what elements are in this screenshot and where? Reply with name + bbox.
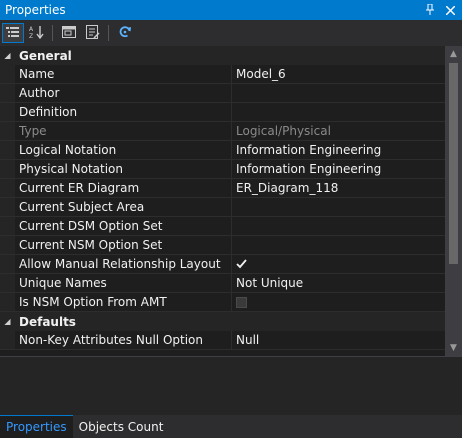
row-gutter	[0, 274, 15, 292]
allow-manual-relationship-layout-checkbox[interactable]	[236, 259, 247, 270]
property-label: Name	[15, 65, 232, 83]
category-label: General	[19, 48, 72, 63]
property-label: Current ER Diagram	[15, 179, 232, 197]
row-gutter	[0, 293, 15, 311]
tab-strip: Properties Objects Count	[0, 415, 462, 438]
checkmark-icon	[236, 259, 247, 269]
alphabetical-icon: AZ	[29, 25, 45, 42]
category-general[interactable]: ◢ General	[0, 46, 445, 65]
scroll-up-icon[interactable]: ▲	[445, 46, 462, 62]
property-row-current-er-diagram[interactable]: Current ER Diagram ER_Diagram_118	[0, 179, 445, 198]
property-value[interactable]: Not Unique	[232, 274, 445, 292]
vertical-scrollbar[interactable]: ▲ ▼	[445, 46, 462, 356]
property-value[interactable]	[232, 198, 445, 216]
property-label: Current NSM Option Set	[15, 236, 232, 254]
property-value[interactable]	[232, 217, 445, 235]
title-bar: Properties	[0, 0, 462, 20]
property-row-non-key-attributes-null-option[interactable]: Non-Key Attributes Null Option Null	[0, 331, 445, 350]
categorized-icon	[6, 26, 20, 41]
property-row-type: Type Logical/Physical	[0, 122, 445, 141]
property-row-unique-names[interactable]: Unique Names Not Unique	[0, 274, 445, 293]
row-gutter	[0, 65, 15, 83]
property-label: Definition	[15, 103, 232, 121]
property-value[interactable]: ER_Diagram_118	[232, 179, 445, 197]
category-defaults[interactable]: ◢ Defaults	[0, 312, 445, 331]
property-value[interactable]	[232, 103, 445, 121]
row-gutter	[0, 122, 15, 140]
collapse-arrow-icon[interactable]: ◢	[0, 51, 15, 60]
property-label: Is NSM Option From AMT	[15, 293, 232, 311]
close-icon[interactable]	[442, 2, 458, 18]
property-label: Logical Notation	[15, 141, 232, 159]
row-gutter	[0, 141, 15, 159]
pin-icon[interactable]	[422, 2, 438, 18]
property-row-allow-manual-relationship-layout[interactable]: Allow Manual Relationship Layout	[0, 255, 445, 274]
property-label: Physical Notation	[15, 160, 232, 178]
toolbar: AZ	[0, 20, 462, 46]
property-row-physical-notation[interactable]: Physical Notation Information Engineerin…	[0, 160, 445, 179]
property-value[interactable]: Null	[232, 331, 445, 349]
toolbar-separator	[52, 25, 53, 41]
scrollbar-thumb[interactable]	[449, 63, 458, 264]
property-grid: ◢ General Name Model_6 Author Definition…	[0, 46, 445, 356]
property-label: Current Subject Area	[15, 198, 232, 216]
categorized-button[interactable]	[2, 23, 24, 43]
property-row-logical-notation[interactable]: Logical Notation Information Engineering	[0, 141, 445, 160]
property-row-name[interactable]: Name Model_6	[0, 65, 445, 84]
row-gutter	[0, 198, 15, 216]
row-gutter	[0, 331, 15, 349]
tab-objects-count[interactable]: Objects Count	[73, 415, 170, 438]
toolbar-separator	[108, 25, 109, 41]
property-value[interactable]	[232, 84, 445, 102]
property-row-is-nsm-option-from-amt[interactable]: Is NSM Option From AMT	[0, 293, 445, 312]
description-panel	[0, 356, 462, 416]
row-gutter	[0, 236, 15, 254]
property-pages-button[interactable]	[58, 23, 80, 43]
scroll-down-icon[interactable]: ▼	[445, 340, 462, 356]
property-value[interactable]: Model_6	[232, 65, 445, 83]
row-gutter	[0, 84, 15, 102]
property-value	[232, 255, 445, 273]
property-row-current-dsm-option-set[interactable]: Current DSM Option Set	[0, 217, 445, 236]
alphabetical-button[interactable]: AZ	[26, 23, 48, 43]
category-label: Defaults	[19, 314, 76, 329]
property-label: Author	[15, 84, 232, 102]
properties-button[interactable]	[82, 23, 104, 43]
property-label: Current DSM Option Set	[15, 217, 232, 235]
property-value: Logical/Physical	[236, 124, 331, 138]
svg-text:A: A	[29, 26, 34, 33]
property-row-current-nsm-option-set[interactable]: Current NSM Option Set	[0, 236, 445, 255]
refresh-button[interactable]	[114, 23, 136, 43]
property-label: Unique Names	[15, 274, 232, 292]
row-gutter	[0, 160, 15, 178]
property-label: Type	[15, 122, 232, 140]
property-label: Non-Key Attributes Null Option	[15, 331, 232, 349]
property-row-current-subject-area[interactable]: Current Subject Area	[0, 198, 445, 217]
property-row-author[interactable]: Author	[0, 84, 445, 103]
collapse-arrow-icon[interactable]: ◢	[0, 317, 15, 326]
is-nsm-option-from-amt-checkbox[interactable]	[236, 296, 247, 308]
property-value[interactable]: Information Engineering	[232, 160, 445, 178]
window-title: Properties	[5, 3, 66, 17]
row-gutter	[0, 217, 15, 235]
row-gutter	[0, 255, 15, 273]
property-row-definition[interactable]: Definition	[0, 103, 445, 122]
svg-text:Z: Z	[29, 33, 33, 39]
properties-icon	[86, 24, 100, 42]
row-gutter	[0, 103, 15, 121]
property-value[interactable]: Information Engineering	[232, 141, 445, 159]
row-gutter	[0, 179, 15, 197]
property-label: Allow Manual Relationship Layout	[15, 255, 232, 273]
refresh-icon	[118, 25, 132, 42]
property-pages-icon	[62, 25, 76, 41]
property-value[interactable]	[232, 236, 445, 254]
tab-properties[interactable]: Properties	[0, 415, 73, 438]
property-value	[232, 293, 445, 311]
